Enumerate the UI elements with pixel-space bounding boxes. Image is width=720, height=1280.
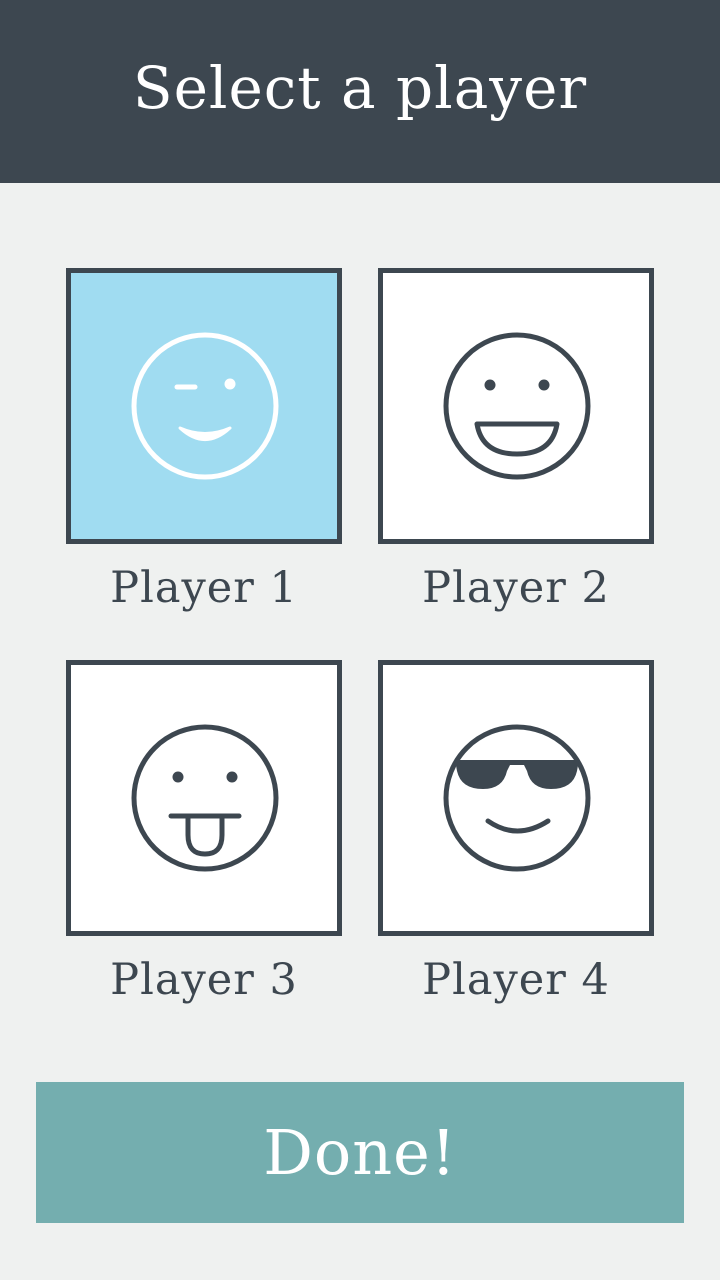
player-2-label: Player 2 [422, 563, 610, 613]
header-bar: Select a player [0, 0, 720, 183]
player-1-label: Player 1 [110, 563, 298, 613]
player-3-label: Player 3 [110, 955, 298, 1005]
player-3-tile[interactable] [66, 660, 342, 936]
sunglasses-face-icon [443, 724, 591, 872]
tongue-face-icon [131, 724, 279, 872]
wink-face-icon [131, 332, 279, 480]
player-1-tile[interactable] [66, 268, 342, 544]
grin-face-icon [443, 332, 591, 480]
player-4-label: Player 4 [422, 955, 610, 1005]
player-select-screen: Select a player Player 1 Player 2 Player… [0, 0, 720, 1280]
page-title: Select a player [132, 53, 588, 122]
done-button[interactable]: Done! [36, 1082, 684, 1223]
player-2-tile[interactable] [378, 268, 654, 544]
player-4-tile[interactable] [378, 660, 654, 936]
